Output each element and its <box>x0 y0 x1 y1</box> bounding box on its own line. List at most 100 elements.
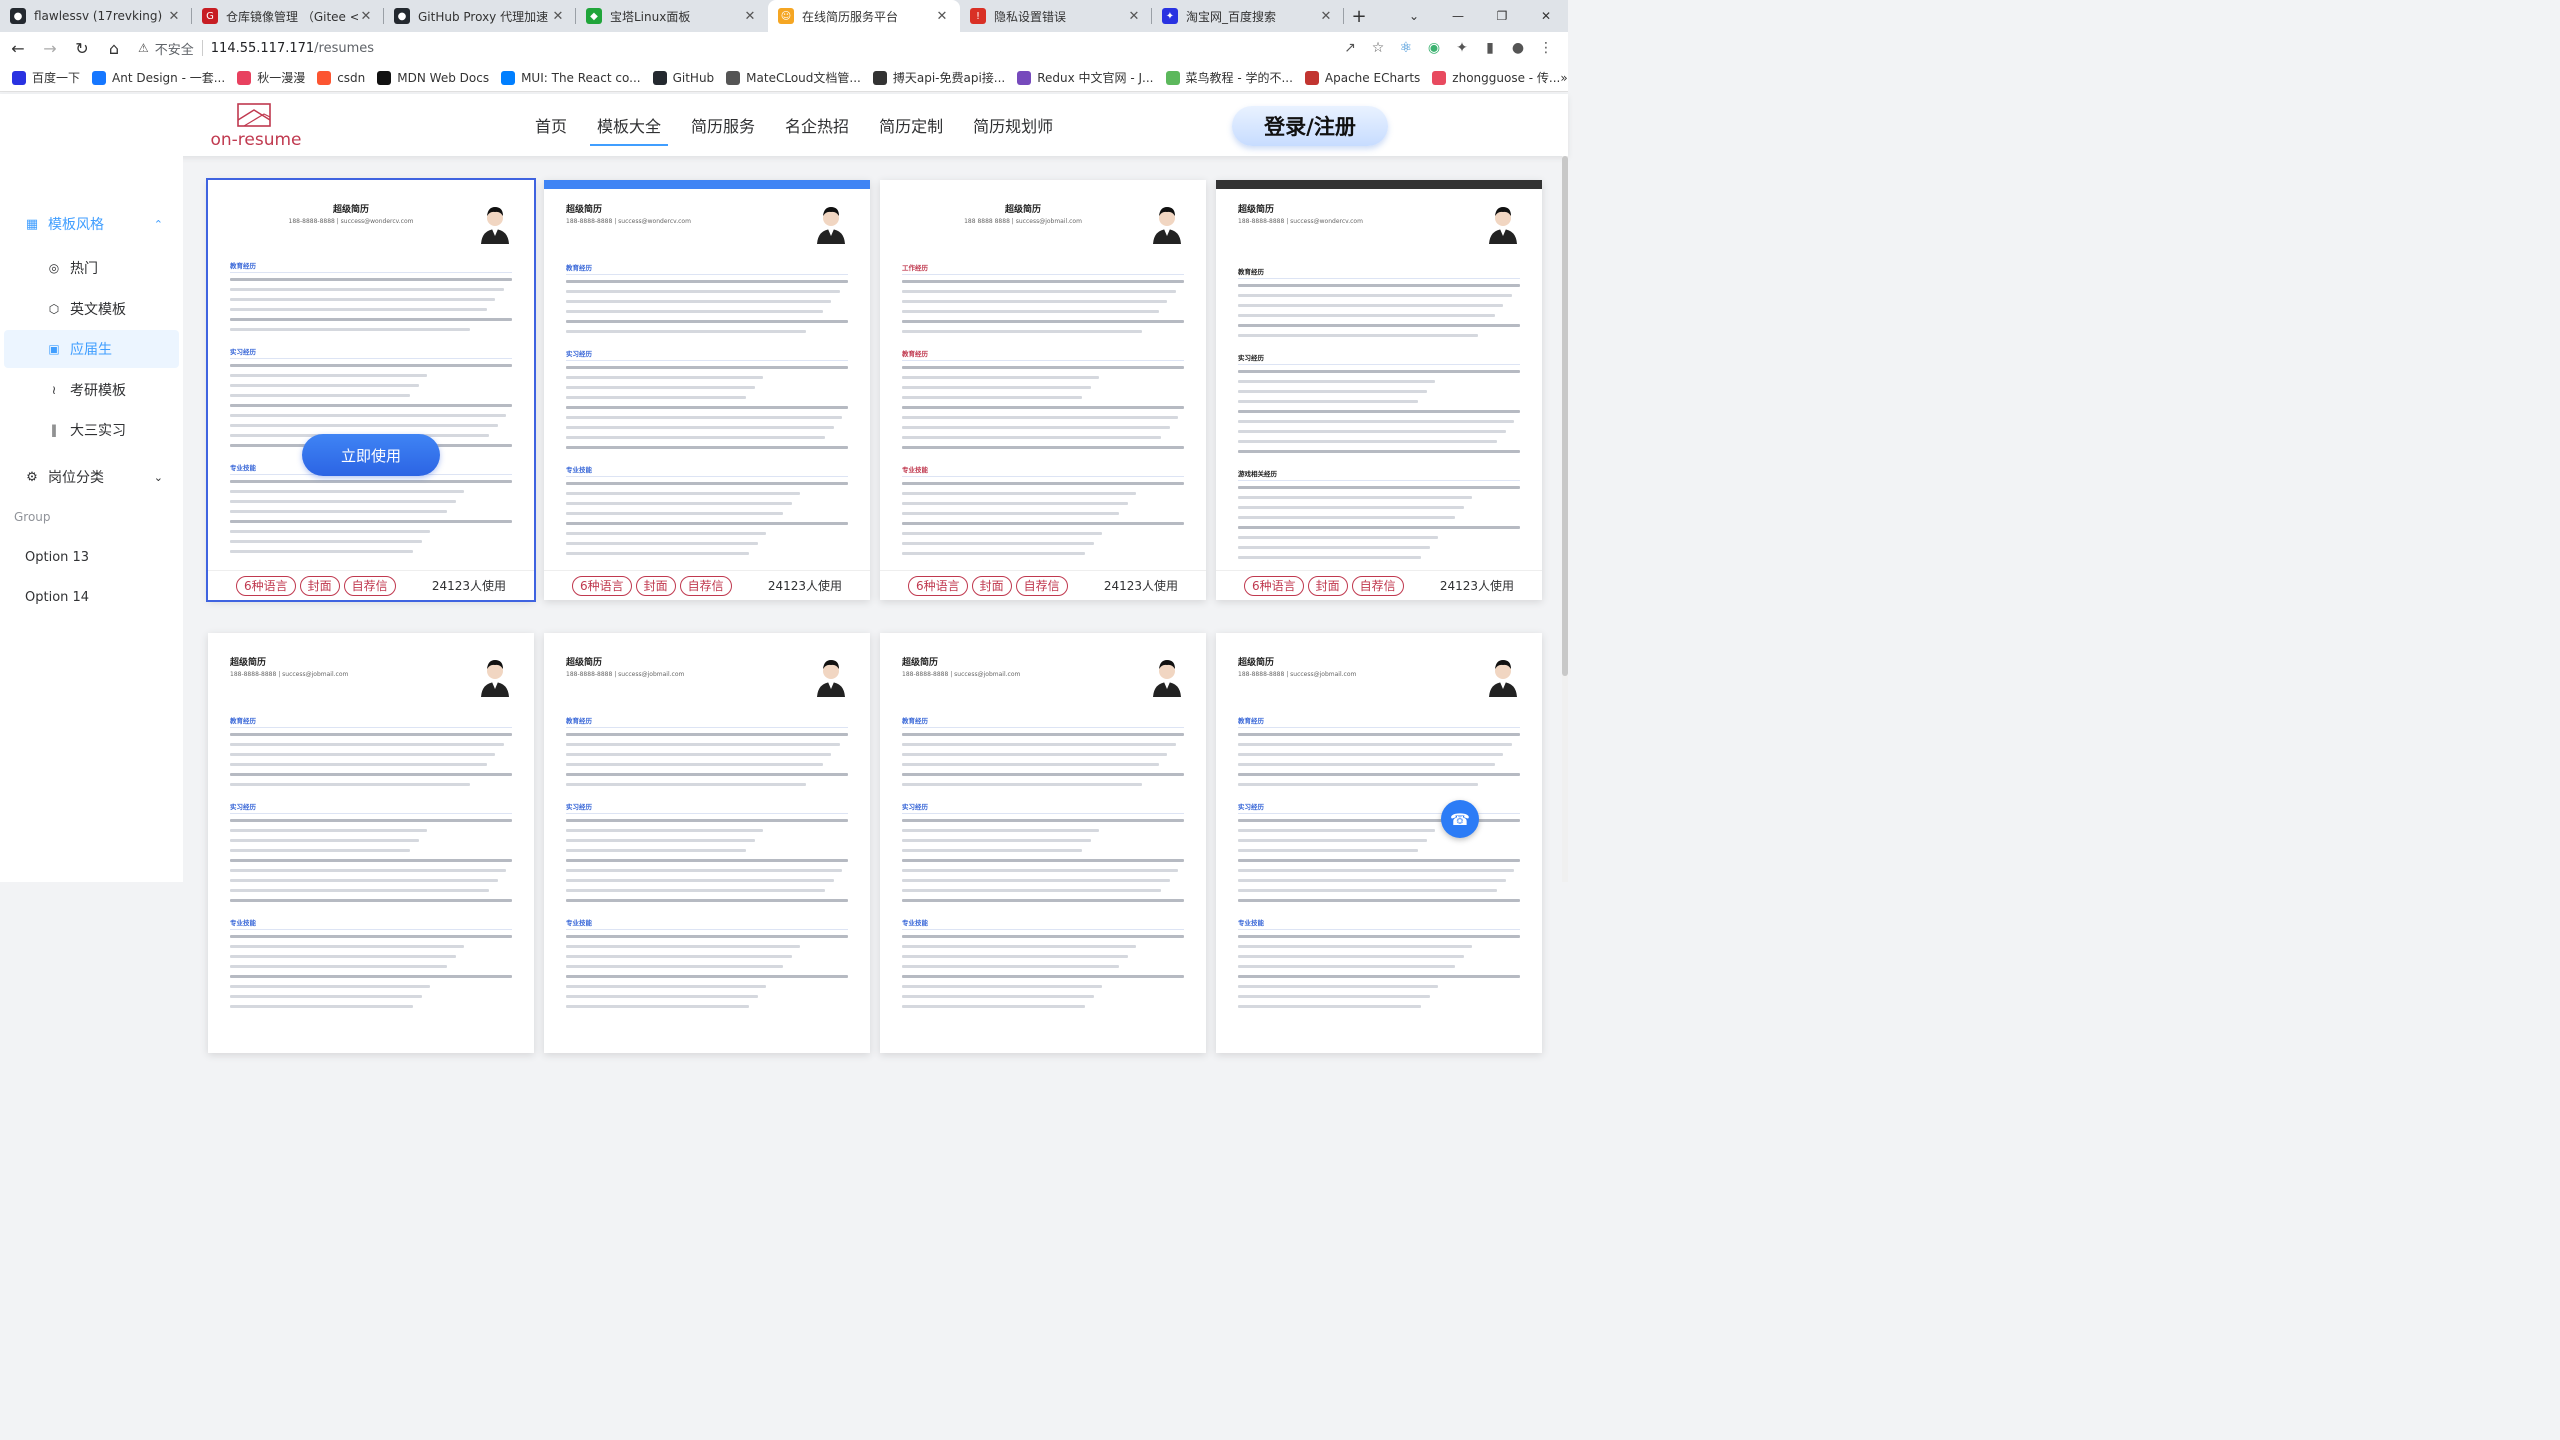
resume-template-card[interactable]: 超级简历 188-8888-8888 | success@jobmail.com 教… <box>880 633 1206 1053</box>
resume-text-line <box>230 869 507 872</box>
browser-tab[interactable]: ◆ 宝塔Linux面板 ✕ <box>576 0 768 32</box>
share-icon[interactable]: ↗ <box>1336 34 1364 62</box>
back-icon[interactable]: ← <box>4 34 32 62</box>
use-now-button[interactable]: 立即使用 <box>302 434 440 476</box>
bookmark-item[interactable]: MUI: The React co... <box>501 70 641 85</box>
close-window-icon[interactable]: ✕ <box>1524 0 1568 32</box>
more-bookmarks-icon[interactable]: » <box>1560 71 1567 85</box>
shield-icon: ◆ <box>586 8 602 24</box>
section-divider <box>1238 480 1520 481</box>
bookmark-icon <box>726 70 741 85</box>
bookmark-label: 百度一下 <box>32 71 81 85</box>
restore-icon[interactable]: ❐ <box>1480 0 1524 32</box>
feature-tag: 封面 <box>635 575 676 596</box>
scrollbar-thumb[interactable] <box>1562 156 1568 676</box>
site-logo[interactable]: on-resume <box>204 100 308 152</box>
bookmark-item[interactable]: zhongguose - 传... <box>1432 69 1560 86</box>
resume-text-line <box>230 859 512 862</box>
react-devtools-icon[interactable]: ⚛ <box>1392 34 1420 62</box>
close-icon[interactable]: ✕ <box>166 9 182 24</box>
url-host: 114.55.117.171 <box>210 40 315 56</box>
sidebar-item-label: 热门 <box>70 261 98 277</box>
sidebar-item[interactable]: ≀ 考研模板 <box>0 371 183 409</box>
bookmark-item[interactable]: Ant Design - 一套... <box>92 69 225 86</box>
resume-contact: 188-8888-8888 | success@jobmail.com <box>902 671 1021 678</box>
menu-dots-icon[interactable]: ⋮ <box>1532 34 1560 62</box>
bookmark-item[interactable]: Redux 中文官网 - J... <box>1017 69 1154 86</box>
nav-item[interactable]: 名企热招 <box>770 94 864 156</box>
address-bar[interactable]: ⚠ 不安全 114.55.117.171/resumes <box>138 39 1336 58</box>
sidebar-item[interactable]: ◎ 热门 <box>0 249 183 287</box>
bookmark-item[interactable]: Apache ECharts <box>1304 70 1420 85</box>
browser-tab[interactable]: ! 隐私设置错误 ✕ <box>960 0 1152 32</box>
resume-text-line <box>566 522 848 525</box>
resume-template-card[interactable]: 超级简历 188-8888-8888 | success@wondercv.com… <box>1216 180 1542 600</box>
customer-service-button[interactable]: ☎ <box>1441 800 1479 838</box>
resume-text-line <box>230 899 512 902</box>
close-icon[interactable]: ✕ <box>934 9 950 24</box>
resume-template-card[interactable]: 超级简历 188-8888-8888 | success@jobmail.com 教… <box>1216 633 1542 1053</box>
sidepanel-icon[interactable]: ▮ <box>1476 34 1504 62</box>
option-item[interactable]: Option 14 <box>25 590 89 605</box>
option-item[interactable]: Option 13 <box>25 550 89 565</box>
close-icon[interactable]: ✕ <box>358 9 374 24</box>
nav-item[interactable]: 首页 <box>520 94 582 156</box>
submenu-template-style[interactable]: ▦ 模板风格 ⌃ <box>0 205 183 243</box>
new-tab-icon[interactable]: + <box>1344 0 1374 32</box>
resume-template-card[interactable]: 超级简历 188-8888-8888 | success@jobmail.com 教… <box>208 633 534 1053</box>
close-icon[interactable]: ✕ <box>1126 9 1142 24</box>
reload-icon[interactable]: ↻ <box>68 34 96 62</box>
bookmark-item[interactable]: 搏天api-免费api接... <box>872 69 1005 86</box>
bookmark-item[interactable]: 菜鸟教程 - 学的不... <box>1165 69 1293 86</box>
nav-item[interactable]: 模板大全 <box>582 94 676 156</box>
home-icon[interactable]: ⌂ <box>100 34 128 62</box>
close-icon[interactable]: ✕ <box>742 9 758 24</box>
browser-tab[interactable]: ✦ 淘宝网_百度搜索 ✕ <box>1152 0 1344 32</box>
nav-item[interactable]: 简历定制 <box>864 94 958 156</box>
resume-text-line <box>566 376 764 379</box>
resume-template-card[interactable]: 超级简历 188 8888 8888 | success@jobmail.com 工… <box>880 180 1206 600</box>
resume-text-line <box>1238 899 1520 902</box>
bookmark-item[interactable]: GitHub <box>652 70 714 85</box>
resume-template-card[interactable]: 超级简历 188-8888-8888 | success@wondercv.com… <box>206 178 536 602</box>
browser-tab[interactable]: ☺ 在线简历服务平台 ✕ <box>768 0 960 32</box>
sidebar-item-label: 应届生 <box>70 342 112 358</box>
sidebar-item[interactable]: ▣ 应届生 <box>4 330 179 368</box>
browser-tab[interactable]: ● flawlessv (17revking) ✕ <box>0 0 192 32</box>
login-register-button[interactable]: 登录/注册 <box>1232 106 1388 146</box>
bookmark-item[interactable]: MDN Web Docs <box>377 70 489 85</box>
resume-text-line <box>1238 370 1520 373</box>
resume-text-line <box>566 879 834 882</box>
bookmark-label: Ant Design - 一套... <box>112 71 226 85</box>
resume-text-line <box>230 1005 414 1008</box>
nav-item[interactable]: 简历服务 <box>676 94 770 156</box>
close-icon[interactable]: ✕ <box>550 9 566 24</box>
resume-section-title: 实习经历 <box>1238 354 1264 362</box>
browser-tab[interactable]: ● GitHub Proxy 代理加速 ✕ <box>384 0 576 32</box>
close-icon[interactable]: ✕ <box>1318 9 1334 24</box>
forward-icon[interactable]: → <box>36 34 64 62</box>
nav-item[interactable]: 简历规划师 <box>958 94 1068 156</box>
sidebar-item[interactable]: ⬡ 英文模板 <box>0 290 183 328</box>
bookmark-item[interactable]: 秋一漫漫 <box>237 69 305 86</box>
warning-icon[interactable]: ⚠ <box>138 41 149 55</box>
chevron-down-icon[interactable]: ⌄ <box>1392 0 1436 32</box>
browser-tab[interactable]: G 仓库镜像管理 （Gitee < ✕ <box>192 0 384 32</box>
bookmark-item[interactable]: 百度一下 <box>12 69 80 86</box>
sidebar-item[interactable]: ‖ 大三实习 <box>0 411 183 449</box>
resume-text-line <box>1238 546 1430 549</box>
resume-section-title: 实习经历 <box>1238 803 1264 811</box>
resume-section-title: 教育经历 <box>1238 268 1264 276</box>
page-scrollbar[interactable] <box>1562 156 1568 882</box>
puzzle-icon[interactable]: ✦ <box>1448 34 1476 62</box>
star-icon[interactable]: ☆ <box>1364 34 1392 62</box>
resume-template-card[interactable]: 超级简历 188-8888-8888 | success@wondercv.com… <box>544 180 870 600</box>
submenu-position-category[interactable]: ⚙ 岗位分类 ⌄ <box>0 458 183 496</box>
group-title: Group <box>14 510 51 524</box>
profile-icon[interactable]: ● <box>1504 34 1532 62</box>
minimize-icon[interactable]: — <box>1436 0 1480 32</box>
extension-color-icon[interactable]: ◉ <box>1420 34 1448 62</box>
bookmark-item[interactable]: MateCLoud文档管... <box>726 69 861 86</box>
resume-template-card[interactable]: 超级简历 188-8888-8888 | success@jobmail.com 教… <box>544 633 870 1053</box>
bookmark-item[interactable]: csdn <box>317 70 365 85</box>
